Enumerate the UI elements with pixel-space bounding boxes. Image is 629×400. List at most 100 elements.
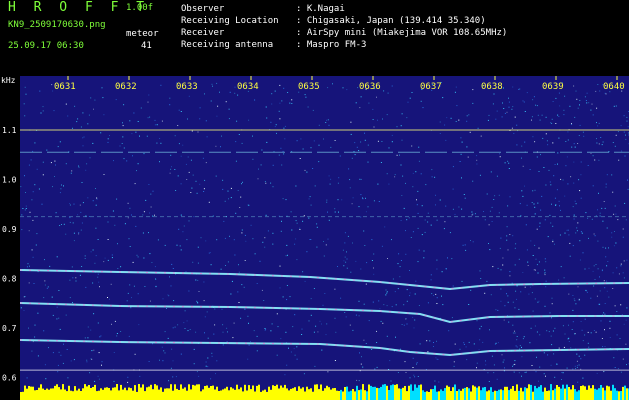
level-bar-segment xyxy=(426,391,428,400)
level-bar-segment xyxy=(180,384,182,400)
level-bar-segment xyxy=(564,388,566,400)
level-bar-segment xyxy=(488,390,490,400)
level-bar-segment xyxy=(458,389,460,400)
level-bar-segment xyxy=(36,390,38,400)
level-bar-segment xyxy=(242,391,244,400)
level-bar-segment xyxy=(86,386,88,400)
level-bar-segment xyxy=(308,389,310,400)
level-bar-segment xyxy=(598,388,600,400)
level-bar-segment xyxy=(326,385,328,400)
level-bar-segment xyxy=(250,389,252,400)
level-bar-segment xyxy=(210,386,212,400)
level-bar-segment xyxy=(224,388,226,400)
level-bar-segment xyxy=(298,386,300,400)
level-bar-segment xyxy=(584,386,586,400)
level-bar-segment xyxy=(128,387,130,400)
level-bar-segment xyxy=(446,385,448,400)
level-bar-segment xyxy=(412,390,414,400)
level-bar-segment xyxy=(310,388,312,400)
level-bar-segment xyxy=(392,384,394,400)
level-bar-segment xyxy=(462,388,464,400)
level-bar-segment xyxy=(156,385,158,400)
level-bar-segment xyxy=(516,384,518,400)
level-bar-segment xyxy=(134,385,136,400)
level-bar-segment xyxy=(396,384,398,400)
level-bar-segment xyxy=(68,385,70,400)
y-tick-label: 1.0 xyxy=(2,176,17,185)
level-bar-segment xyxy=(52,388,54,400)
level-bar-segment xyxy=(30,386,32,400)
level-bar-segment xyxy=(520,387,522,400)
level-bar-segment xyxy=(430,389,432,400)
receiver-value: : AirSpy mini (Miakejima VOR 108.65MHz) xyxy=(296,28,508,38)
level-bar-segment xyxy=(202,389,204,400)
level-bar-segment xyxy=(394,384,396,400)
level-bar-segment xyxy=(620,391,622,400)
level-bar-segment xyxy=(456,391,458,400)
level-bar-segment xyxy=(334,388,336,400)
level-bar-segment xyxy=(66,391,68,400)
level-bar-segment xyxy=(266,391,268,400)
level-bar-segment xyxy=(546,391,548,400)
level-bar-segment xyxy=(288,390,290,400)
level-bar-segment xyxy=(522,391,524,400)
level-bar-segment xyxy=(306,386,308,400)
level-bar-segment xyxy=(476,387,478,400)
level-bar-segment xyxy=(512,386,514,400)
level-bar-segment xyxy=(490,387,492,400)
level-bar-segment xyxy=(200,391,202,400)
level-bar-segment xyxy=(410,384,412,400)
level-bar-segment xyxy=(364,390,366,400)
level-bar-segment xyxy=(304,391,306,400)
level-bar-segment xyxy=(344,387,346,400)
level-bar-segment xyxy=(414,384,416,400)
level-bar-segment xyxy=(276,384,278,400)
level-bar-segment xyxy=(168,388,170,400)
level-bar-segment xyxy=(142,384,144,400)
level-bar-segment xyxy=(28,386,30,400)
level-bar-segment xyxy=(152,389,154,400)
level-bar-segment xyxy=(50,388,52,400)
level-bar-segment xyxy=(206,385,208,400)
level-bar-segment xyxy=(360,389,362,400)
spectrogram[interactable]: 0631 0632 0633 0634 0635 0636 0637 0638 0639 0640 xyxy=(20,76,629,400)
level-bar-segment xyxy=(580,386,582,400)
level-bar-segment xyxy=(470,391,472,400)
level-bar-segment xyxy=(274,386,276,400)
level-bar-segment xyxy=(136,391,138,400)
level-bar-segment xyxy=(586,389,588,400)
level-bar-segment xyxy=(406,391,408,400)
time-tick-label: 0637 xyxy=(420,82,442,92)
level-bar-segment xyxy=(280,385,282,400)
level-bar-segment xyxy=(248,385,250,400)
antenna-label: Receiving antenna xyxy=(181,40,274,50)
level-bar-segment xyxy=(20,392,22,400)
y-tick-label: 0.9 xyxy=(2,225,17,234)
level-bar-segment xyxy=(126,390,128,400)
level-bar-segment xyxy=(188,384,190,400)
level-bar-segment xyxy=(556,385,558,400)
time-tick-label: 0638 xyxy=(481,82,503,92)
level-bar-segment xyxy=(626,388,628,400)
level-bar-segment xyxy=(214,389,216,400)
level-bar-segment xyxy=(484,387,486,400)
level-bar-segment xyxy=(254,391,256,400)
level-bar-segment xyxy=(454,384,456,400)
level-bar-segment xyxy=(318,389,320,400)
version-label: 1.00f xyxy=(126,3,154,13)
level-bar-segment xyxy=(472,385,474,400)
level-bar-segment xyxy=(84,384,86,400)
y-axis-unit: kHz xyxy=(1,76,16,85)
level-bar-segment xyxy=(376,387,378,400)
level-bar-segment xyxy=(228,390,230,400)
level-bar-segment xyxy=(198,384,200,400)
level-bar-segment xyxy=(562,384,564,400)
level-bar-segment xyxy=(366,391,368,400)
level-bar-segment xyxy=(370,385,372,400)
level-bar-segment xyxy=(362,384,364,400)
observer-value: : K.Nagai xyxy=(296,4,345,14)
level-bar-segment xyxy=(548,390,550,400)
receiver-label: Receiver xyxy=(181,28,225,38)
datetime-label: 25.09.17 06:30 xyxy=(8,41,84,51)
y-tick-label: 0.8 xyxy=(2,275,17,284)
